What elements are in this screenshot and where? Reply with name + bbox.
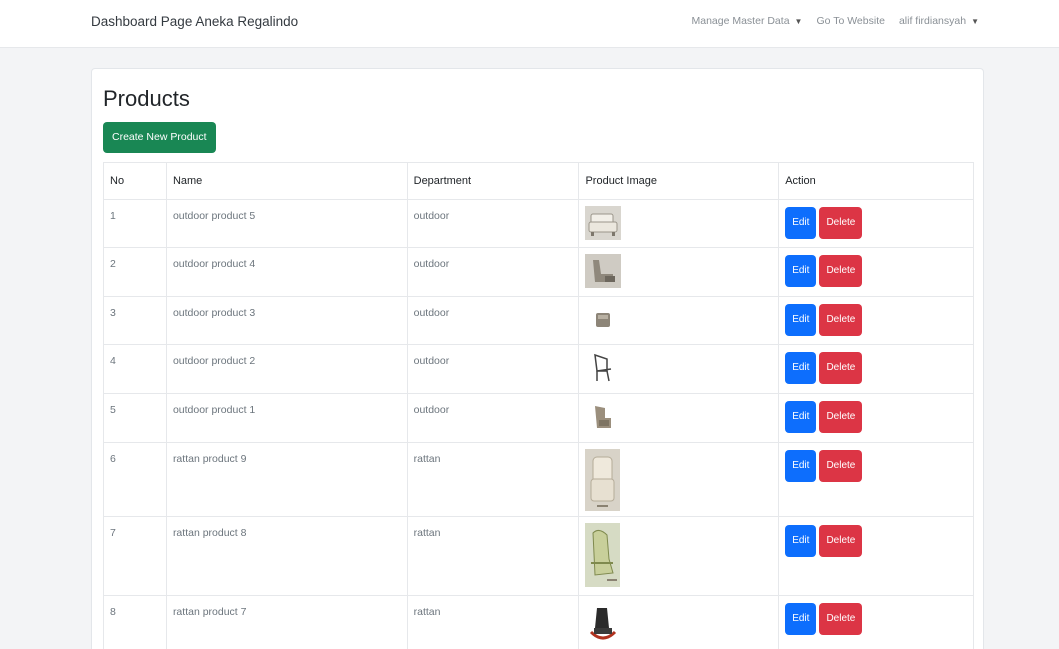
cell-image (578, 296, 780, 345)
products-card: Products Create New Product No Name Depa… (91, 68, 984, 649)
cell-department: outdoor (406, 296, 580, 345)
create-new-product-button[interactable]: Create New Product (103, 122, 216, 153)
cell-no: 8 (103, 595, 167, 649)
manage-master-data-label: Manage Master Data (691, 15, 790, 27)
edit-button[interactable]: Edit (785, 401, 817, 433)
lounge-chair-icon (585, 254, 622, 288)
cell-image (578, 516, 780, 596)
top-navbar: Dashboard Page Aneka Regalindo Manage Ma… (0, 0, 1059, 48)
table-row: 3 outdoor product 3 outdoor Edit Delete (103, 296, 974, 345)
table-row: 2 outdoor product 4 outdoor Edit Delete (103, 247, 974, 297)
delete-button[interactable]: Delete (819, 352, 863, 384)
cell-department: outdoor (406, 344, 580, 394)
table-row: 1 outdoor product 5 outdoor Edit Delete (103, 199, 974, 248)
table-header-row: No Name Department Product Image Action (103, 162, 974, 200)
cell-department: outdoor (406, 199, 580, 248)
go-to-website-link[interactable]: Go To Website (816, 15, 884, 27)
table-row: 4 outdoor product 2 outdoor Edit Delete (103, 344, 974, 394)
edit-button[interactable]: Edit (785, 255, 817, 287)
cell-no: 3 (103, 296, 167, 345)
cell-action: Edit Delete (778, 296, 974, 345)
delete-button[interactable]: Delete (819, 603, 863, 635)
cell-no: 5 (103, 393, 167, 443)
cell-image (578, 393, 780, 443)
cell-image (578, 595, 780, 649)
delete-button[interactable]: Delete (819, 304, 863, 336)
header-department: Department (406, 162, 580, 200)
edit-button[interactable]: Edit (785, 603, 817, 635)
armchair-icon (585, 400, 622, 434)
cell-image (578, 344, 780, 394)
delete-button[interactable]: Delete (819, 450, 863, 482)
navbar-links: Manage Master Data ▼ Go To Website alif … (691, 15, 979, 27)
cell-name: outdoor product 2 (165, 344, 408, 394)
navbar-brand[interactable]: Dashboard Page Aneka Regalindo (91, 14, 298, 29)
user-name: alif firdiansyah (898, 15, 967, 27)
edit-button[interactable]: Edit (785, 450, 817, 482)
sofa-icon (585, 206, 622, 240)
cell-department: rattan (406, 442, 580, 517)
page-title: Products (103, 86, 190, 111)
cell-action: Edit Delete (778, 393, 974, 443)
caret-down-icon: ▼ (971, 16, 979, 26)
edit-button[interactable]: Edit (785, 207, 817, 239)
cell-action: Edit Delete (778, 199, 974, 248)
cell-image (578, 199, 780, 248)
rattan-lounge-icon (585, 523, 621, 587)
cell-action: Edit Delete (778, 344, 974, 394)
table-row: 8 rattan product 7 rattan Edit Delete (103, 595, 974, 649)
table-row: 6 rattan product 9 rattan Edit Delete (103, 442, 974, 517)
cell-no: 4 (103, 344, 167, 394)
header-action: Action (778, 162, 974, 200)
chair-icon (585, 351, 622, 385)
user-dropdown[interactable]: alif firdiansyah ▼ (899, 15, 979, 27)
stool-icon (585, 303, 622, 337)
cell-name: rattan product 8 (165, 516, 408, 596)
cell-department: outdoor (406, 247, 580, 297)
header-no: No (103, 162, 167, 200)
rattan-rocker-icon (585, 602, 622, 649)
cell-name: outdoor product 3 (165, 296, 408, 345)
cell-image (578, 442, 780, 517)
cell-name: outdoor product 4 (165, 247, 408, 297)
rattan-chair-icon (585, 449, 621, 511)
edit-button[interactable]: Edit (785, 525, 817, 557)
delete-button[interactable]: Delete (819, 207, 863, 239)
cell-no: 7 (103, 516, 167, 596)
header-name: Name (165, 162, 408, 200)
products-table: No Name Department Product Image Action … (103, 162, 974, 649)
cell-name: outdoor product 5 (165, 199, 408, 248)
cell-name: rattan product 9 (165, 442, 408, 517)
edit-button[interactable]: Edit (785, 304, 817, 336)
cell-name: outdoor product 1 (165, 393, 408, 443)
cell-action: Edit Delete (778, 442, 974, 517)
delete-button[interactable]: Delete (819, 401, 863, 433)
manage-master-data-dropdown[interactable]: Manage Master Data ▼ (691, 15, 802, 27)
edit-button[interactable]: Edit (785, 352, 817, 384)
delete-button[interactable]: Delete (819, 525, 863, 557)
cell-no: 1 (103, 199, 167, 248)
table-row: 5 outdoor product 1 outdoor Edit Delete (103, 393, 974, 443)
go-to-website-label: Go To Website (816, 15, 885, 27)
table-row: 7 rattan product 8 rattan Edit Delete (103, 516, 974, 596)
cell-no: 2 (103, 247, 167, 297)
cell-action: Edit Delete (778, 247, 974, 297)
cell-name: rattan product 7 (165, 595, 408, 649)
cell-action: Edit Delete (778, 516, 974, 596)
caret-down-icon: ▼ (794, 16, 803, 26)
delete-button[interactable]: Delete (819, 255, 863, 287)
cell-department: rattan (406, 595, 580, 649)
header-product-image: Product Image (578, 162, 780, 200)
cell-no: 6 (103, 442, 167, 517)
cell-department: outdoor (406, 393, 580, 443)
cell-department: rattan (406, 516, 580, 596)
cell-image (578, 247, 780, 297)
cell-action: Edit Delete (778, 595, 974, 649)
